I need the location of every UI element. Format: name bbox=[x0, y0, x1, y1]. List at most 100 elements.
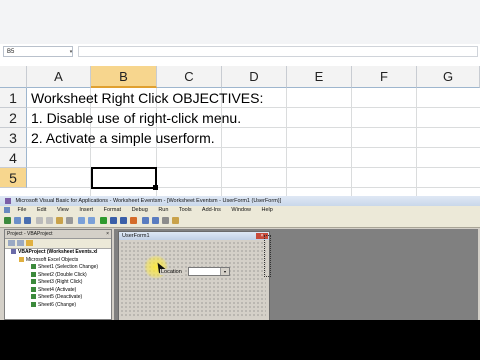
properties-icon[interactable] bbox=[152, 217, 159, 224]
menu-tools[interactable]: Tools bbox=[179, 207, 192, 213]
vbe-toolbar bbox=[0, 215, 480, 228]
userform-canvas[interactable]: Location ▾ bbox=[120, 241, 266, 318]
form-window-icon[interactable] bbox=[4, 206, 10, 213]
reset-icon[interactable] bbox=[120, 217, 127, 224]
toggle-folders-icon[interactable] bbox=[26, 240, 33, 246]
run-icon[interactable] bbox=[100, 217, 107, 224]
paste-icon[interactable] bbox=[56, 217, 63, 224]
redo-icon[interactable] bbox=[88, 217, 95, 224]
tree-item[interactable]: Sheet6 (Change) bbox=[5, 302, 111, 310]
tree-item[interactable]: Sheet4 (Activate) bbox=[5, 287, 111, 295]
save-icon[interactable] bbox=[24, 217, 31, 224]
menu-help[interactable]: Help bbox=[262, 207, 273, 213]
cell-a1[interactable]: Worksheet Right Click OBJECTIVES: bbox=[31, 88, 263, 108]
tree-item-label: VBAProject (Worksheet Events.xl bbox=[18, 249, 98, 255]
project-explorer-title-text: Project - VBAProject bbox=[7, 231, 53, 237]
vba-editor-window: Microsoft Visual Basic for Applications … bbox=[0, 196, 480, 320]
userform-title-bar: UserForm1 × bbox=[119, 232, 269, 240]
sheet-icon bbox=[31, 294, 36, 300]
tree-item[interactable]: VBAProject (Worksheet Events.xl bbox=[5, 249, 111, 257]
project-tree: VBAProject (Worksheet Events.xl Microsof… bbox=[5, 249, 111, 309]
insert-userform-icon[interactable] bbox=[14, 217, 21, 224]
vbe-title-bar: Microsoft Visual Basic for Applications … bbox=[0, 196, 480, 206]
menu-run[interactable]: Run bbox=[158, 207, 168, 213]
cell-a2[interactable]: 1. Disable use of right-click menu. bbox=[31, 108, 241, 128]
tree-item[interactable]: Sheet1 (Selection Change) bbox=[5, 264, 111, 272]
column-header-g[interactable]: G bbox=[417, 66, 480, 88]
formula-bar[interactable] bbox=[78, 46, 478, 57]
view-object-icon[interactable] bbox=[17, 240, 24, 246]
chevron-down-icon[interactable]: ▾ bbox=[220, 268, 229, 275]
row-header-3[interactable]: 3 bbox=[0, 128, 27, 148]
undo-icon[interactable] bbox=[78, 217, 85, 224]
column-header-e[interactable]: E bbox=[287, 66, 352, 88]
row-header-5[interactable]: 5 bbox=[0, 168, 27, 188]
menu-window[interactable]: Window bbox=[231, 207, 251, 213]
menu-file[interactable]: File bbox=[18, 207, 27, 213]
find-icon[interactable] bbox=[66, 217, 73, 224]
userform1-window[interactable]: UserForm1 × Location ▾ bbox=[118, 231, 270, 320]
cut-icon[interactable] bbox=[36, 217, 43, 224]
column-header-f[interactable]: F bbox=[352, 66, 417, 88]
vba-app-icon bbox=[5, 197, 11, 204]
sheet-icon bbox=[31, 279, 36, 285]
location-label[interactable]: Location bbox=[160, 269, 183, 275]
tree-item[interactable]: Sheet2 (Double Click) bbox=[5, 272, 111, 280]
menu-view[interactable]: View bbox=[57, 207, 69, 213]
worksheet-grid[interactable]: A B C D E F G 1 2 3 4 5 Worksheet Right … bbox=[0, 66, 480, 196]
row-header-1[interactable]: 1 bbox=[0, 88, 27, 108]
vbe-title-text: Microsoft Visual Basic for Applications … bbox=[15, 198, 282, 204]
menu-add-ins[interactable]: Add-Ins bbox=[202, 207, 221, 213]
vbe-menu-bar: File Edit View Insert Format Debug Run T… bbox=[0, 206, 480, 215]
sheet-icon bbox=[31, 301, 36, 307]
tree-item-label: Sheet4 (Activate) bbox=[38, 286, 77, 293]
menu-edit[interactable]: Edit bbox=[37, 207, 46, 213]
resize-handle[interactable] bbox=[264, 235, 271, 277]
sheet-icon bbox=[31, 264, 36, 270]
cell-a3[interactable]: 2. Activate a simple userform. bbox=[31, 128, 215, 148]
menu-insert[interactable]: Insert bbox=[79, 207, 93, 213]
gridline bbox=[286, 88, 287, 196]
row-header-2[interactable]: 2 bbox=[0, 108, 27, 128]
toolbox-icon[interactable] bbox=[172, 217, 179, 224]
screen: B5 ▾ A B C D E F G 1 2 3 4 5 Worksheet R… bbox=[0, 0, 480, 360]
object-browser-icon[interactable] bbox=[162, 217, 169, 224]
active-cell-b5[interactable] bbox=[91, 167, 157, 189]
close-icon[interactable]: × bbox=[106, 230, 109, 238]
menu-debug[interactable]: Debug bbox=[132, 207, 148, 213]
excel-ribbon bbox=[0, 0, 480, 44]
project-explorer-toolbar bbox=[5, 239, 111, 249]
tree-item-label: Sheet6 (Change) bbox=[38, 301, 77, 308]
folder-icon bbox=[19, 256, 24, 262]
tree-item-label: Sheet1 (Selection Change) bbox=[38, 264, 99, 270]
select-all-corner[interactable] bbox=[0, 66, 27, 88]
name-box[interactable]: B5 ▾ bbox=[3, 46, 73, 57]
tree-item-label: Sheet2 (Double Click) bbox=[38, 271, 87, 278]
column-header-d[interactable]: D bbox=[222, 66, 287, 88]
name-box-dropdown-icon[interactable]: ▾ bbox=[68, 47, 74, 58]
tree-item[interactable]: Sheet5 (Deactivate) bbox=[5, 294, 111, 302]
copy-icon[interactable] bbox=[46, 217, 53, 224]
design-mode-icon[interactable] bbox=[130, 217, 137, 224]
column-header-b[interactable]: B bbox=[91, 66, 157, 88]
menu-format[interactable]: Format bbox=[104, 207, 121, 213]
project-icon bbox=[11, 249, 16, 255]
tree-item-label: Sheet3 (Right Click) bbox=[38, 279, 83, 285]
project-explorer: Project - VBAProject × VBAProject (Works… bbox=[4, 229, 112, 320]
userform-designer: UserForm1 × Location ▾ bbox=[114, 229, 478, 320]
fill-handle[interactable] bbox=[153, 185, 158, 190]
project-explorer-icon[interactable] bbox=[142, 217, 149, 224]
column-header-c[interactable]: C bbox=[157, 66, 222, 88]
row-header-4[interactable]: 4 bbox=[0, 148, 27, 168]
view-excel-icon[interactable] bbox=[4, 217, 11, 224]
column-header-a[interactable]: A bbox=[27, 66, 91, 88]
userform-title: UserForm1 bbox=[122, 233, 150, 239]
view-code-icon[interactable] bbox=[8, 240, 15, 246]
tree-item[interactable]: Sheet3 (Right Click) bbox=[5, 279, 111, 287]
break-icon[interactable] bbox=[110, 217, 117, 224]
location-combobox[interactable]: ▾ bbox=[188, 267, 230, 276]
tree-item[interactable]: Microsoft Excel Objects bbox=[5, 257, 111, 265]
sheet-icon bbox=[31, 271, 36, 277]
excel-window: B5 ▾ A B C D E F G 1 2 3 4 5 Worksheet R… bbox=[0, 0, 480, 196]
tree-item-label: Microsoft Excel Objects bbox=[26, 256, 79, 263]
